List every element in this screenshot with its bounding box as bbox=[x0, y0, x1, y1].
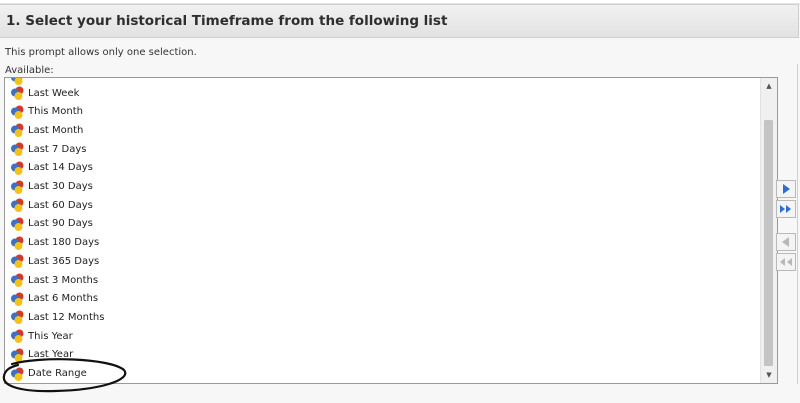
annotation-ellipse bbox=[2, 358, 127, 393]
prompt-object-icon bbox=[11, 198, 24, 213]
list-item-label: Last 12 Months bbox=[28, 311, 105, 323]
prompt-object-icon bbox=[11, 254, 24, 269]
prompt-object-icon bbox=[11, 217, 24, 231]
list-item[interactable]: Last Week bbox=[10, 84, 79, 102]
list-item[interactable]: Last Month bbox=[10, 121, 83, 139]
arrow-left-icon bbox=[782, 237, 789, 247]
list-item[interactable]: Last 7 Days bbox=[10, 140, 87, 158]
prompt-object-icon bbox=[11, 123, 24, 138]
list-item[interactable]: This Month bbox=[10, 103, 83, 121]
prompt-object-icon bbox=[11, 310, 24, 325]
list-item-label: Last 90 Days bbox=[28, 218, 93, 230]
list-item-label: Last 365 Days bbox=[28, 255, 100, 267]
list-item-label: This Month bbox=[28, 106, 83, 118]
arrow-right-icon bbox=[783, 184, 790, 194]
scrollbar-thumb[interactable] bbox=[764, 120, 773, 366]
prompt-header: 1. Select your historical Timeframe from… bbox=[0, 4, 799, 38]
list-item-label: Last 180 Days bbox=[28, 237, 100, 249]
prompt-object-icon bbox=[11, 180, 24, 194]
list-item[interactable]: Last 6 Months bbox=[10, 290, 98, 308]
list-item[interactable]: Last 180 Days bbox=[10, 234, 99, 252]
double-arrow-left-icon bbox=[780, 258, 792, 266]
remove-all-button[interactable] bbox=[776, 253, 796, 271]
list-item[interactable]: Last 60 Days bbox=[10, 196, 93, 214]
available-list[interactable]: Last Week This Month Last Month Last 7 Days… bbox=[4, 77, 778, 384]
prompt-object-icon bbox=[11, 105, 24, 119]
prompt-object-icon bbox=[11, 236, 24, 250]
prompt-title: 1. Select your historical Timeframe from… bbox=[6, 13, 448, 29]
prompt-object-icon bbox=[11, 329, 24, 344]
prompt-object-icon bbox=[11, 161, 24, 175]
list-item[interactable]: This Year bbox=[10, 327, 73, 345]
prompt-object-icon bbox=[11, 273, 24, 287]
list-item[interactable]: Last 12 Months bbox=[10, 308, 104, 326]
list-item-label: Last Week bbox=[28, 87, 80, 99]
add-button[interactable] bbox=[776, 180, 796, 198]
list-item-label: Last Month bbox=[28, 124, 84, 136]
list-item-label: This Year bbox=[28, 330, 73, 342]
list-item-label: Last 60 Days bbox=[28, 199, 93, 211]
vertical-scrollbar[interactable]: ▲ ▼ bbox=[760, 78, 777, 383]
available-label: Available: bbox=[5, 65, 54, 76]
list-item[interactable]: Last 365 Days bbox=[10, 252, 99, 270]
prompt-object-icon bbox=[11, 86, 24, 100]
prompt-object-icon bbox=[11, 142, 24, 157]
list-item[interactable]: Last 14 Days bbox=[10, 159, 93, 177]
list-item[interactable]: Last 30 Days bbox=[10, 178, 93, 196]
remove-button[interactable] bbox=[776, 233, 796, 251]
list-item[interactable]: Last 90 Days bbox=[10, 215, 93, 233]
double-arrow-right-icon bbox=[780, 205, 791, 213]
triangle-up-icon[interactable]: ▲ bbox=[761, 78, 777, 94]
list-item[interactable]: Last 3 Months bbox=[10, 271, 98, 289]
prompt-object-icon bbox=[11, 292, 24, 306]
list-item-label: Last 6 Months bbox=[28, 293, 99, 305]
selection-rule-note: This prompt allows only one selection. bbox=[5, 47, 197, 58]
list-item-label: Last 3 Months bbox=[28, 274, 99, 286]
list-item-label: Last 30 Days bbox=[28, 181, 93, 192]
list-item-label: Last 14 Days bbox=[28, 162, 93, 174]
triangle-down-icon[interactable]: ▼ bbox=[761, 367, 777, 383]
add-all-button[interactable] bbox=[776, 200, 796, 218]
list-item-label: Last 7 Days bbox=[28, 143, 87, 155]
